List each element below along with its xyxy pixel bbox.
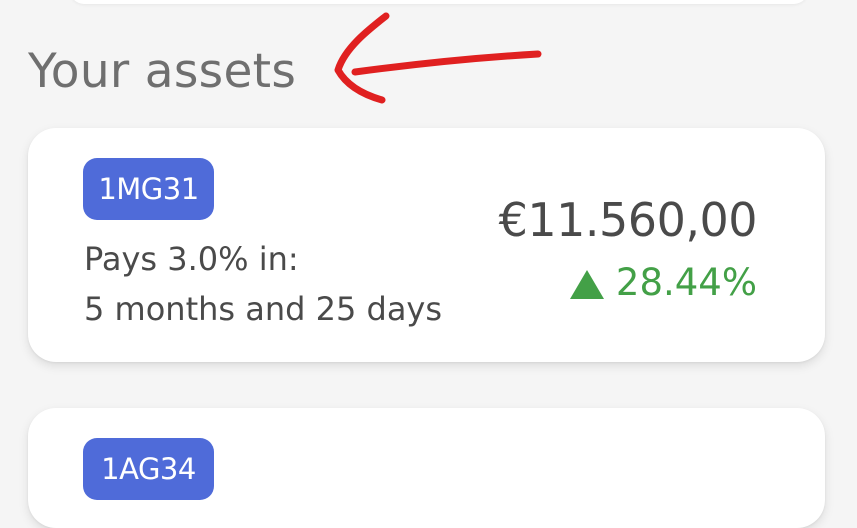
section-title: Your assets	[28, 44, 297, 99]
asset-amount: €11.560,00	[498, 193, 758, 247]
payout-rate-text: Pays 3.0% in:	[84, 240, 299, 278]
up-triangle-icon	[569, 269, 604, 299]
asset-code-badge: 1AG34	[83, 438, 214, 500]
asset-card[interactable]: 1AG34	[28, 408, 825, 528]
previous-card-edge	[70, 0, 808, 4]
payout-time-text: 5 months and 25 days	[84, 290, 443, 328]
change-percentage: 28.44%	[615, 261, 757, 304]
asset-code-badge: 1MG31	[83, 158, 214, 220]
asset-change: 28.44%	[569, 261, 757, 305]
asset-card[interactable]: 1MG31 Pays 3.0% in: 5 months and 25 days…	[28, 128, 825, 362]
